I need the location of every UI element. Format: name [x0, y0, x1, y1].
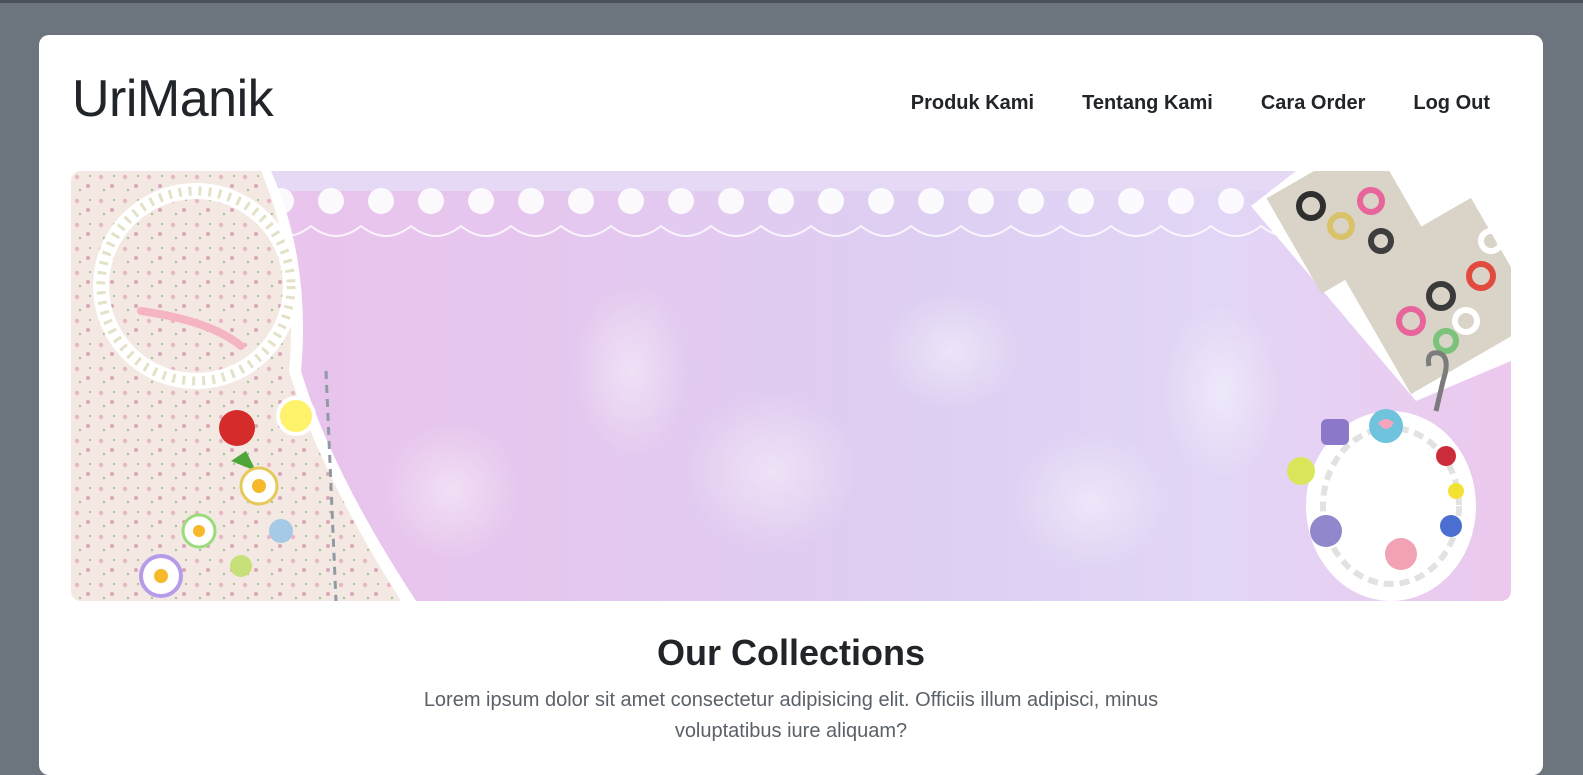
- nav-produk-kami[interactable]: Produk Kami: [911, 89, 1034, 117]
- collections-description: Lorem ipsum dolor sit amet consectetur a…: [423, 689, 1159, 742]
- window-top-border: [0, 0, 1583, 3]
- nav-tentang-kami[interactable]: Tentang Kami: [1082, 89, 1213, 117]
- hero-banner-image: [71, 171, 1511, 601]
- collections-heading: Our Collections: [656, 632, 926, 673]
- nav-log-out[interactable]: Log Out: [1413, 89, 1490, 117]
- page-card: UriManik Produk Kami Tentang Kami Cara O…: [39, 35, 1543, 775]
- nav-cara-order[interactable]: Cara Order: [1261, 89, 1366, 117]
- banner-illustration: [71, 171, 1511, 601]
- brand-logo[interactable]: UriManik: [72, 67, 274, 131]
- main-nav: Produk Kami Tentang Kami Cara Order Log …: [911, 89, 1490, 117]
